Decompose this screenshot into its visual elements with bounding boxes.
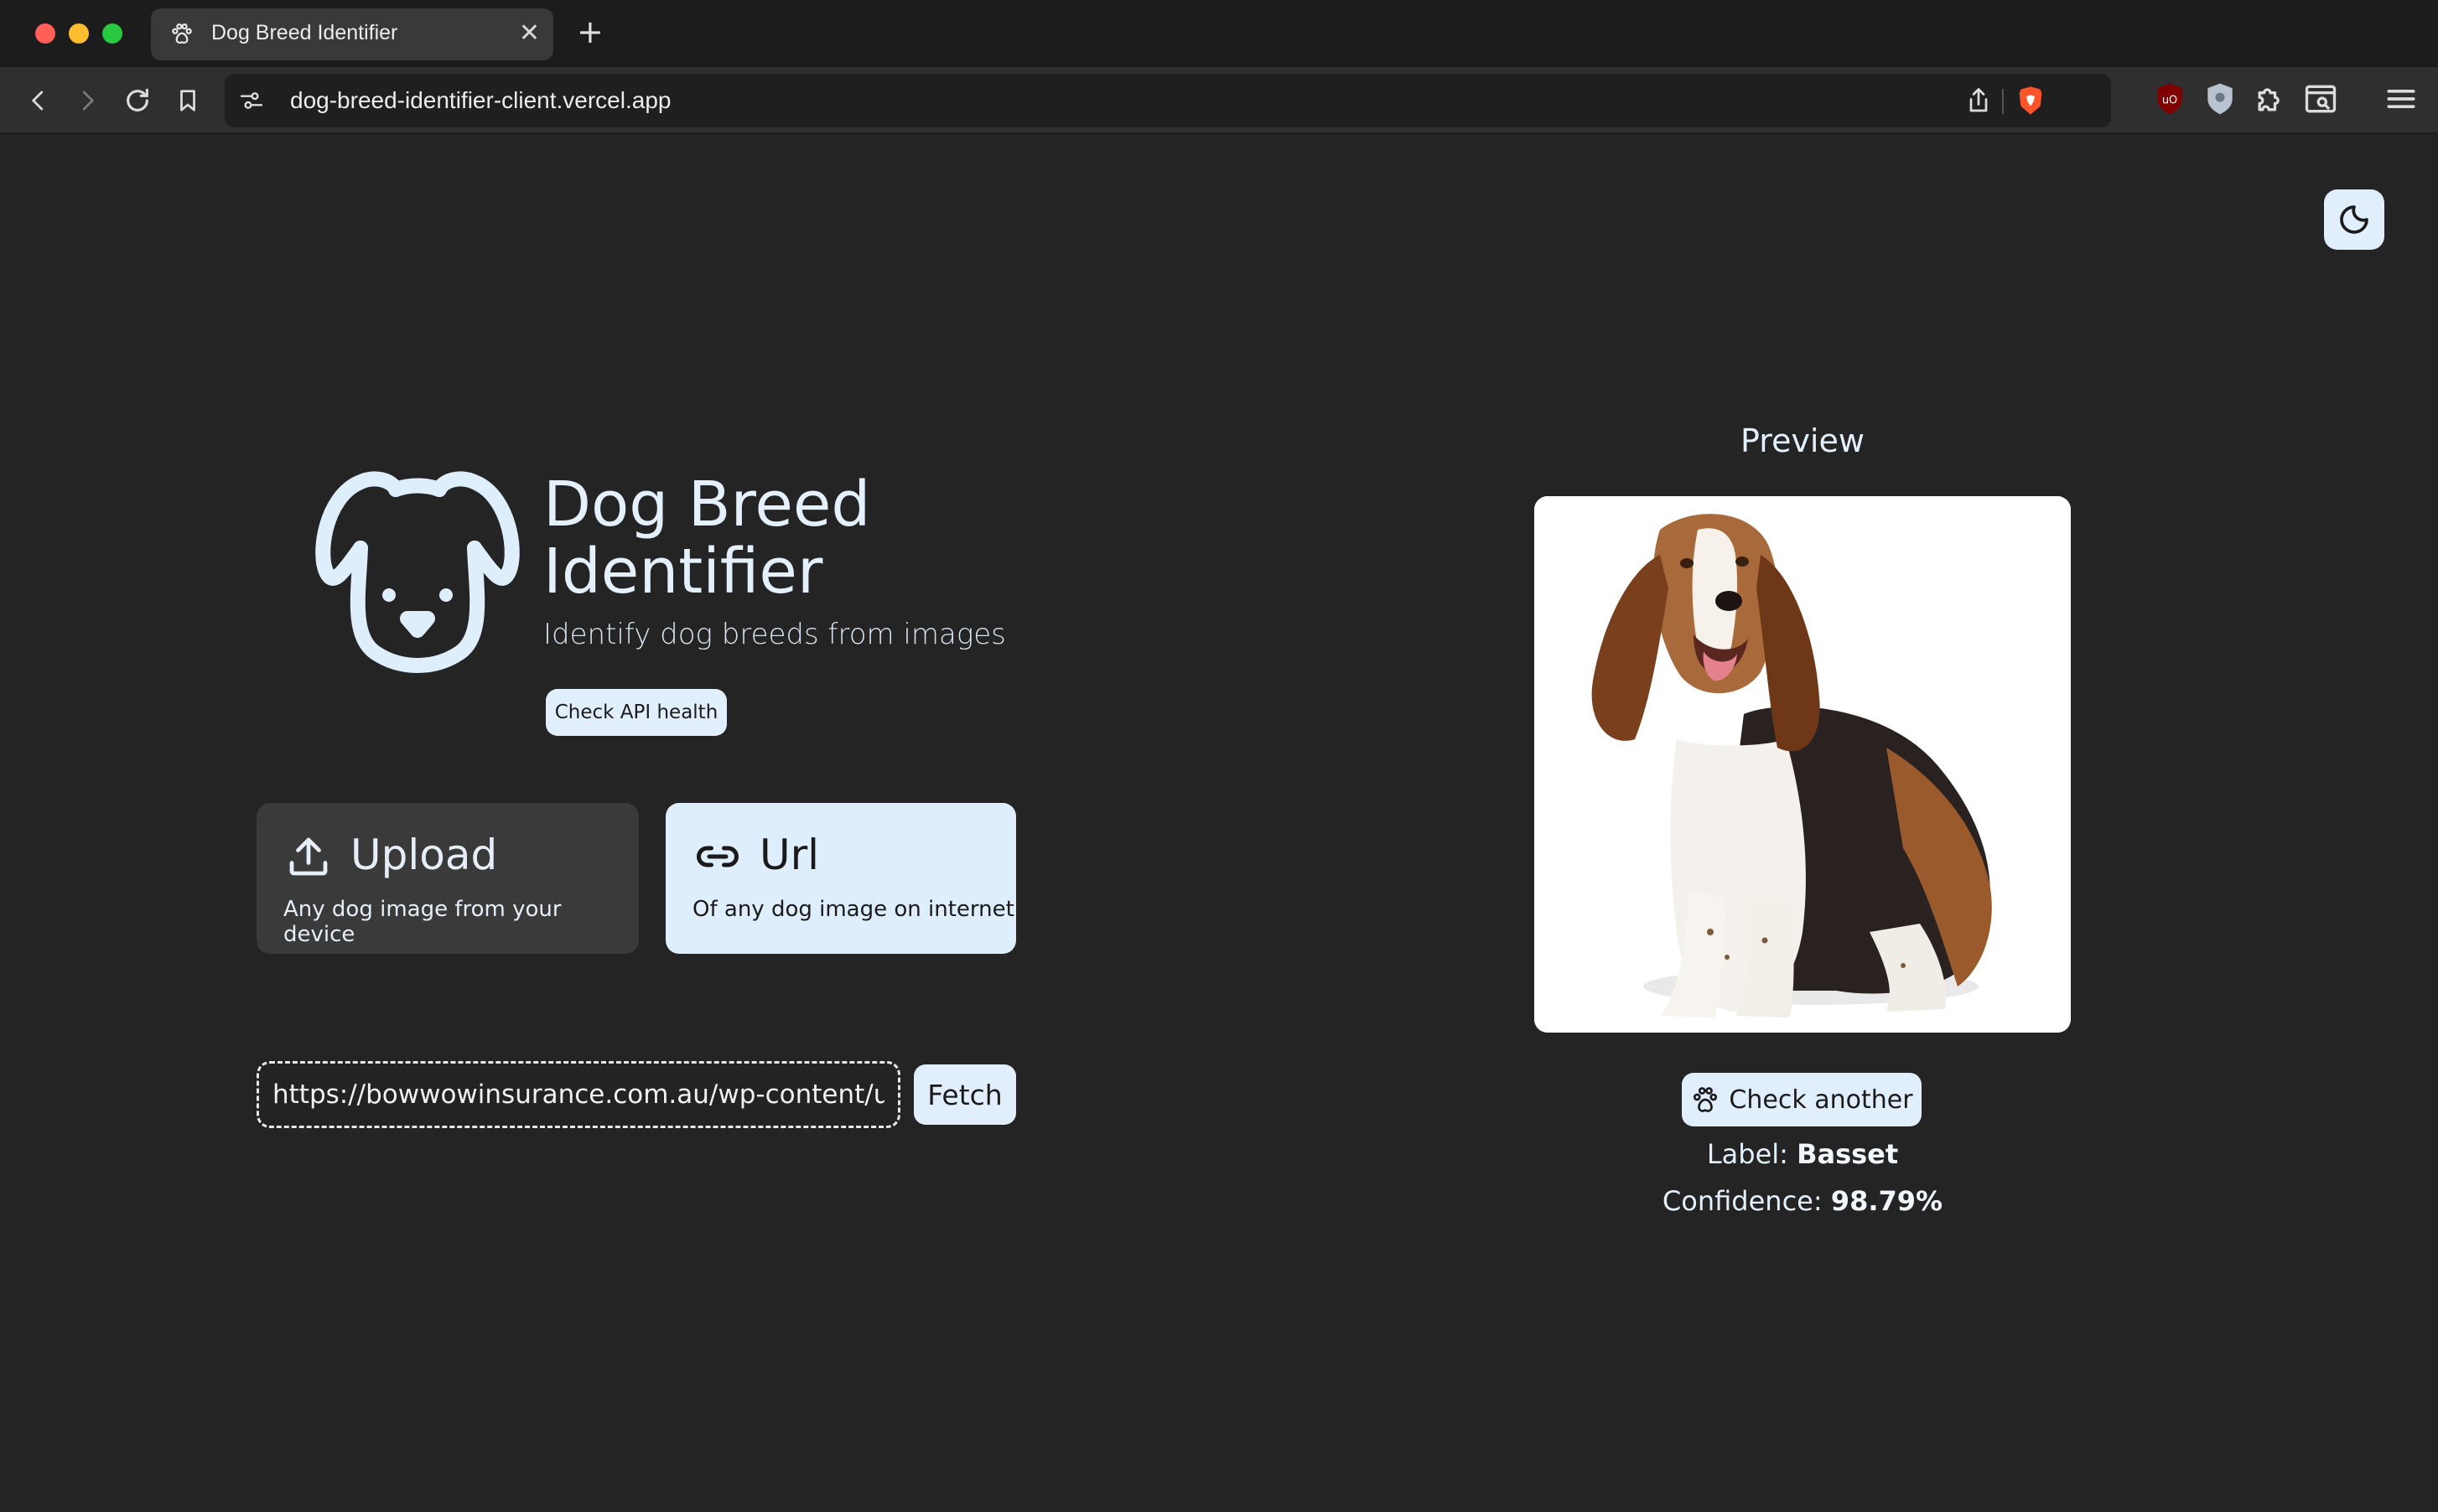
upload-mode-card[interactable]: Upload Any dog image from your device (257, 803, 639, 954)
ublock-icon[interactable]: uO (2151, 80, 2188, 117)
browser-tab[interactable]: Dog Breed Identifier ✕ (151, 8, 553, 60)
confidence-prefix: Confidence: (1662, 1185, 1823, 1217)
tab-close-icon[interactable]: ✕ (519, 18, 540, 48)
upload-mode-description: Any dog image from your device (283, 897, 562, 947)
theme-toggle-button[interactable] (2324, 189, 2384, 250)
svg-text:uO: uO (2162, 95, 2177, 107)
reload-button[interactable] (119, 82, 156, 119)
basset-hound-illustration (1534, 496, 2071, 1033)
check-api-health-button[interactable]: Check API health (546, 689, 727, 736)
minimize-window-button[interactable] (69, 23, 89, 44)
confidence-result: Confidence: 98.79% (1534, 1185, 2071, 1217)
reload-icon (127, 88, 148, 111)
chevron-right-icon (82, 91, 95, 111)
upload-icon (289, 837, 328, 876)
browser-toolbar: dog-breed-identifier-client.vercel.app u… (0, 67, 2438, 134)
bookmark-button[interactable] (169, 82, 206, 119)
shield-extension-icon[interactable] (2202, 80, 2238, 117)
dog-preview-image (1534, 496, 2071, 1033)
app-subtitle: Identify dog breeds from images (543, 618, 1006, 651)
address-bar[interactable]: dog-breed-identifier-client.vercel.app (225, 74, 2111, 127)
label-result: Label: Basset (1534, 1138, 2071, 1170)
check-another-label: Check another (1729, 1085, 1913, 1115)
image-url-input[interactable] (257, 1061, 900, 1128)
browser-window: Dog Breed Identifier ✕ + dog-breed-ident… (0, 0, 2438, 1512)
tab-title: Dog Breed Identifier (211, 21, 398, 44)
fetch-button[interactable]: Fetch (914, 1064, 1016, 1125)
label-prefix: Label: (1706, 1138, 1788, 1170)
puzzle-extensions-icon[interactable] (2252, 80, 2289, 117)
share-icon[interactable] (1963, 85, 1994, 116)
divider (2002, 89, 2004, 114)
app-title: Dog Breed Identifier (543, 469, 871, 608)
close-window-button[interactable] (35, 23, 55, 44)
reader-search-icon[interactable] (2302, 80, 2339, 117)
back-button[interactable] (20, 82, 57, 119)
maximize-window-button[interactable] (102, 23, 122, 44)
confidence-value: 98.79% (1830, 1185, 1943, 1217)
url-mode-card[interactable]: Url Of any dog image on internet (666, 803, 1016, 954)
bookmark-icon (180, 90, 195, 111)
chevron-left-icon (31, 91, 44, 111)
paw-icon (172, 23, 192, 44)
url-mode-description: Of any dog image on internet (692, 897, 1014, 922)
menu-icon[interactable] (2383, 80, 2420, 117)
site-settings-icon[interactable] (238, 87, 265, 114)
label-value: Basset (1797, 1138, 1899, 1170)
url-mode-title: Url (760, 831, 820, 879)
moon-icon (2340, 205, 2368, 234)
link-icon (697, 846, 739, 867)
check-another-button[interactable]: Check another (1682, 1073, 1922, 1126)
forward-button[interactable] (69, 82, 106, 119)
title-bar: Dog Breed Identifier ✕ + (0, 0, 2438, 67)
dog-paw-icon (1694, 1087, 1718, 1112)
preview-title: Preview (1740, 422, 1865, 459)
new-tab-button[interactable]: + (577, 13, 604, 50)
page-content: Dog Breed Identifier Identify dog breeds… (0, 136, 2438, 1512)
upload-mode-title: Upload (350, 831, 498, 879)
url-text: dog-breed-identifier-client.vercel.app (290, 87, 672, 113)
brave-shield-icon[interactable] (2014, 84, 2047, 117)
dog-face-logo-icon (315, 471, 520, 673)
